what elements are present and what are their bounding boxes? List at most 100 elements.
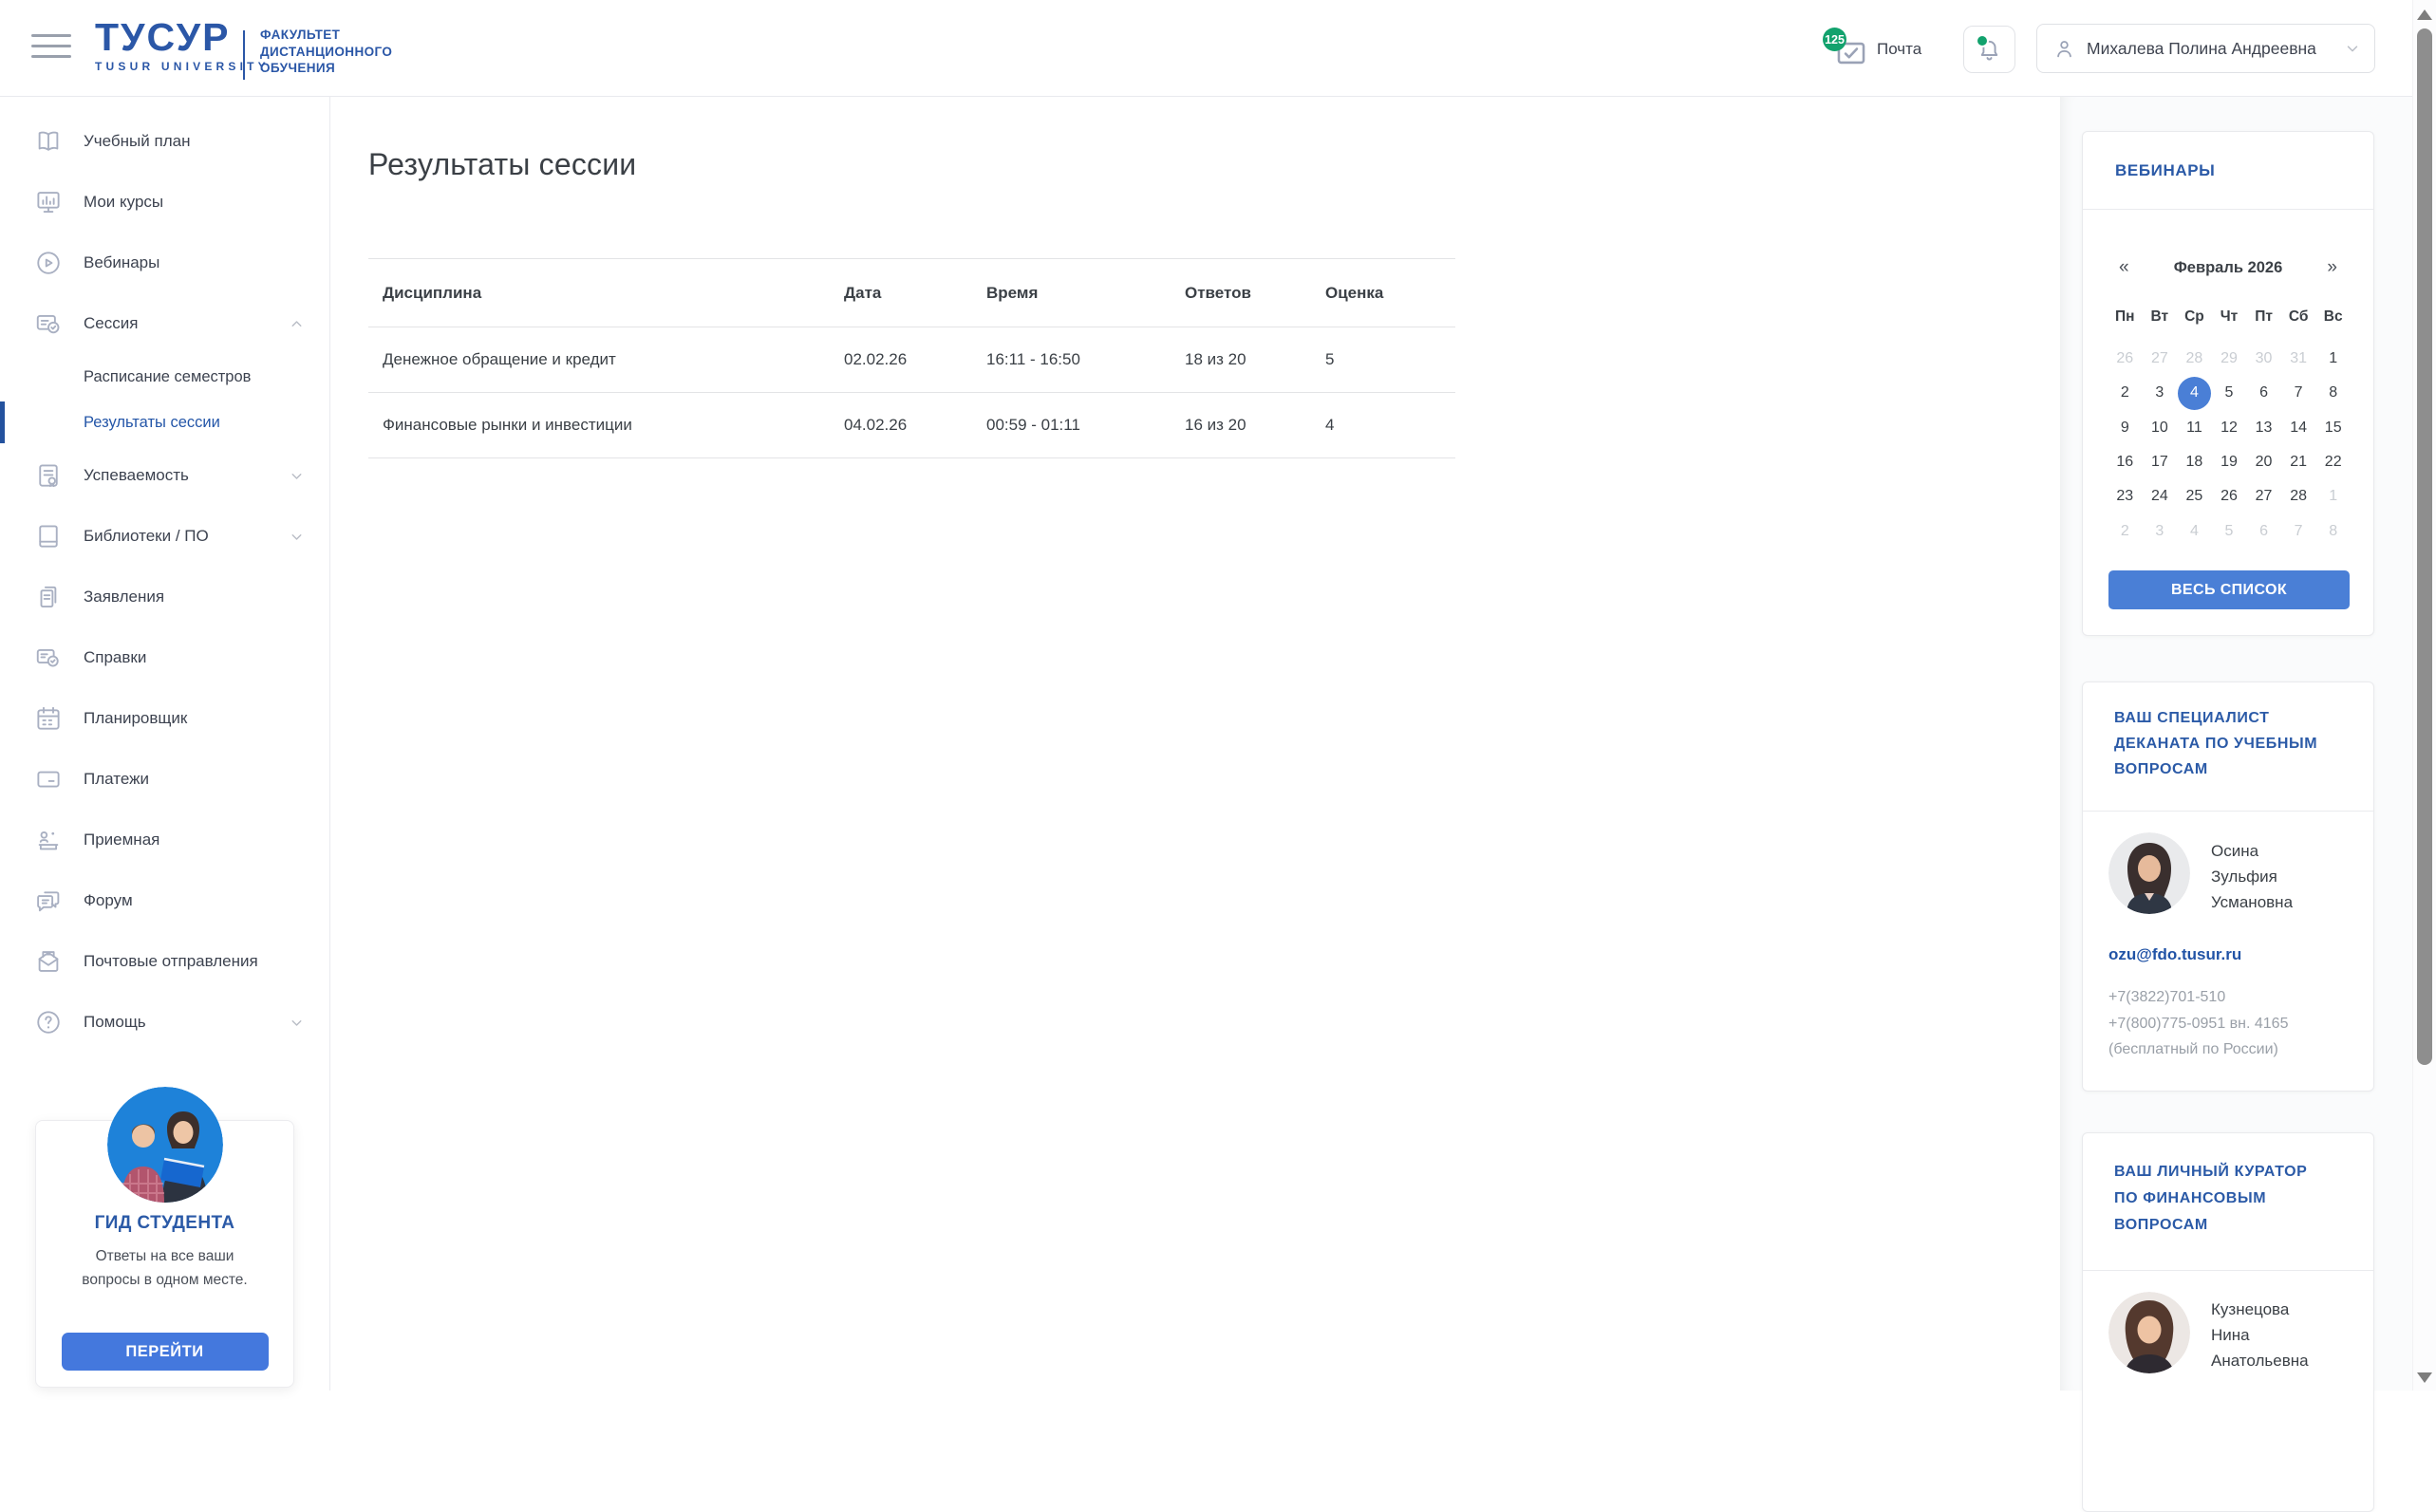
calendar-day[interactable]: 26 xyxy=(2108,343,2142,376)
calendar-day[interactable]: 10 xyxy=(2143,411,2176,444)
calendar-day[interactable]: 3 xyxy=(2143,514,2176,548)
sidebar-item-help[interactable]: Помощь xyxy=(0,992,329,1053)
sidebar-item-libraries[interactable]: Библиотеки / ПО xyxy=(0,506,329,567)
calendar-day[interactable]: 3 xyxy=(2143,377,2176,410)
sidebar-item-forum[interactable]: Форум xyxy=(0,870,329,931)
sidebar-item-session[interactable]: Сессия xyxy=(0,293,329,354)
calendar-day[interactable]: 22 xyxy=(2316,446,2350,479)
user-icon xyxy=(2052,37,2076,61)
chat-bubbles-icon xyxy=(34,887,63,915)
sidebar-item-session-results[interactable]: Результаты сессии xyxy=(0,400,329,445)
sidebar-item-applications[interactable]: Заявления xyxy=(0,567,329,627)
cell-grade: 5 xyxy=(1325,350,1455,369)
calendar-month-label: Февраль 2026 xyxy=(2174,259,2283,277)
specialist-phones: +7(3822)701-510 +7(800)775-0951 вн. 4165… xyxy=(2108,984,2288,1063)
webinars-full-list-button[interactable]: ВЕСЬ СПИСОК xyxy=(2108,570,2350,609)
calendar-day[interactable]: 8 xyxy=(2316,377,2350,410)
certificate-check-icon xyxy=(34,644,63,672)
calendar-day[interactable]: 7 xyxy=(2282,377,2315,410)
curator-photo xyxy=(2108,1292,2190,1373)
calendar-day[interactable]: 29 xyxy=(2212,343,2245,376)
calendar-day[interactable]: 6 xyxy=(2247,377,2280,410)
calendar-day[interactable]: 5 xyxy=(2212,514,2245,548)
calendar-day[interactable]: 28 xyxy=(2282,480,2315,513)
notifications-button[interactable] xyxy=(1963,26,2015,73)
mail-label: Почта xyxy=(1877,40,1921,59)
calendar-day[interactable]: 27 xyxy=(2247,480,2280,513)
calendar-day[interactable]: 8 xyxy=(2316,514,2350,548)
play-circle-icon xyxy=(34,249,63,277)
calendar-day[interactable]: 15 xyxy=(2316,411,2350,444)
table-row: Денежное обращение и кредит 02.02.26 16:… xyxy=(368,327,1455,393)
col-discipline: Дисциплина xyxy=(383,284,844,303)
calendar-day[interactable]: 27 xyxy=(2143,343,2176,376)
user-menu[interactable]: Михалева Полина Андреевна xyxy=(2036,24,2375,73)
calendar-day[interactable]: 14 xyxy=(2282,411,2315,444)
mail-envelope-icon: 125 xyxy=(1835,37,1867,69)
specialist-name: Осина Зульфия Усмановна xyxy=(2211,838,2363,915)
calendar-prev-icon[interactable]: « xyxy=(2119,257,2129,278)
student-guide-go-button[interactable]: ПЕРЕЙТИ xyxy=(62,1333,269,1371)
sidebar-item-reception[interactable]: Приемная xyxy=(0,810,329,870)
calendar-day[interactable]: 30 xyxy=(2247,343,2280,376)
calendar-day[interactable]: 5 xyxy=(2212,377,2245,410)
mail-open-icon xyxy=(34,947,63,976)
calendar-day[interactable]: 26 xyxy=(2212,480,2245,513)
sidebar-item-planner[interactable]: Планировщик xyxy=(0,688,329,749)
calendar-day[interactable]: 2 xyxy=(2108,514,2142,548)
calendar-day[interactable]: 23 xyxy=(2108,480,2142,513)
specialist-email-link[interactable]: ozu@fdo.tusur.ru xyxy=(2108,945,2241,964)
calendar-day-selected[interactable]: 4 xyxy=(2178,377,2211,410)
sidebar-item-my-courses[interactable]: Мои курсы xyxy=(0,172,329,233)
cell-time: 16:11 - 16:50 xyxy=(986,350,1185,369)
scroll-down-arrow[interactable] xyxy=(2417,1372,2432,1383)
calendar-day[interactable]: 19 xyxy=(2212,446,2245,479)
sidebar-nav: Учебный план Мои курсы Вебинары Сессия xyxy=(0,97,329,1053)
calendar-day[interactable]: 24 xyxy=(2143,480,2176,513)
calendar-day[interactable]: 2 xyxy=(2108,377,2142,410)
sidebar-item-semester-schedule[interactable]: Расписание семестров xyxy=(0,354,329,400)
sidebar: Учебный план Мои курсы Вебинары Сессия xyxy=(0,97,330,1391)
curator-name: Кузнецова Нина Анатольевна xyxy=(2211,1297,2363,1373)
calendar-day[interactable]: 28 xyxy=(2178,343,2211,376)
sidebar-item-study-plan[interactable]: Учебный план xyxy=(0,111,329,172)
sidebar-item-progress[interactable]: Успеваемость xyxy=(0,445,329,506)
calendar-day[interactable]: 4 xyxy=(2178,514,2211,548)
faculty-name: ФАКУЛЬТЕТ ДИСТАНЦИОННОГО ОБУЧЕНИЯ xyxy=(260,27,392,77)
calendar-day[interactable]: 13 xyxy=(2247,411,2280,444)
user-name: Михалева Полина Андреевна xyxy=(2087,39,2316,59)
sidebar-item-certificates[interactable]: Справки xyxy=(0,627,329,688)
sidebar-item-payments[interactable]: Платежи xyxy=(0,749,329,810)
calendar-day[interactable]: 21 xyxy=(2282,446,2315,479)
mail-button[interactable]: 125 Почта xyxy=(1835,25,1921,74)
calendar-day[interactable]: 31 xyxy=(2282,343,2315,376)
chevron-down-icon xyxy=(289,468,305,484)
results-table: Дисциплина Дата Время Ответов Оценка Ден… xyxy=(368,258,1455,458)
webinars-card-header: ВЕБИНАРЫ xyxy=(2083,132,2373,210)
calendar-day[interactable]: 17 xyxy=(2143,446,2176,479)
webinars-title[interactable]: ВЕБИНАРЫ xyxy=(2115,161,2215,180)
calendar-next-icon[interactable]: » xyxy=(2327,257,2337,278)
cell-answers: 18 из 20 xyxy=(1185,350,1325,369)
calendar-day[interactable]: 16 xyxy=(2108,446,2142,479)
calendar-day[interactable]: 18 xyxy=(2178,446,2211,479)
col-answers: Ответов xyxy=(1185,284,1325,303)
calendar-day[interactable]: 25 xyxy=(2178,480,2211,513)
calendar-day[interactable]: 1 xyxy=(2316,480,2350,513)
calendar-day[interactable]: 7 xyxy=(2282,514,2315,548)
sidebar-item-mailings[interactable]: Почтовые отправления xyxy=(0,931,329,992)
scrollbar-thumb[interactable] xyxy=(2417,28,2432,1065)
calendar-day[interactable]: 12 xyxy=(2212,411,2245,444)
sidebar-item-webinars[interactable]: Вебинары xyxy=(0,233,329,293)
hamburger-menu-icon[interactable] xyxy=(31,34,71,61)
cell-date: 04.02.26 xyxy=(844,416,986,435)
calendar-day[interactable]: 9 xyxy=(2108,411,2142,444)
calendar-day[interactable]: 6 xyxy=(2247,514,2280,548)
calendar-days-grid: 26 27 28 29 30 31 1 2 3 4 5 6 7 8 9 10 1… xyxy=(2108,342,2351,549)
documents-icon xyxy=(34,583,63,611)
calendar-day[interactable]: 1 xyxy=(2316,343,2350,376)
calendar-day[interactable]: 20 xyxy=(2247,446,2280,479)
monitor-chart-icon xyxy=(34,188,63,216)
scroll-up-arrow[interactable] xyxy=(2417,9,2432,20)
calendar-day[interactable]: 11 xyxy=(2178,411,2211,444)
